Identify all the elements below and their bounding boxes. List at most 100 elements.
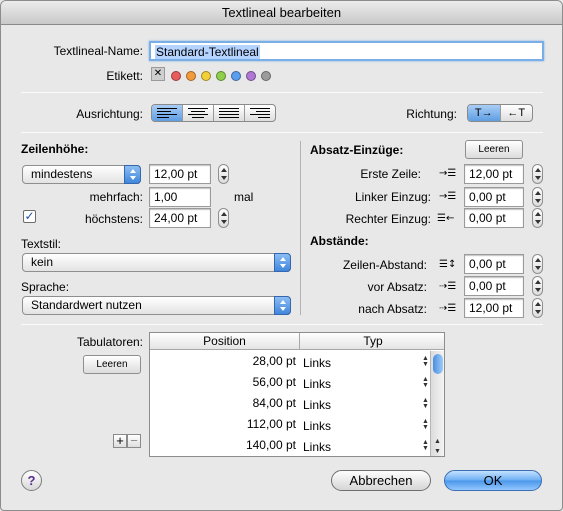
- color-label-dot-6[interactable]: [261, 70, 271, 81]
- table-row[interactable]: 56,00 pt Links ▲ ▼: [150, 372, 430, 393]
- left-indent-icon: →☰: [439, 191, 457, 202]
- line-spacing-field[interactable]: 0,00 pt: [464, 254, 524, 274]
- tabs-clear-button[interactable]: Leeren: [83, 355, 141, 374]
- line-height-stepper[interactable]: [218, 164, 229, 184]
- scrollbar-thumb[interactable]: [433, 354, 443, 374]
- name-field[interactable]: Standard-Textlineal: [149, 41, 544, 61]
- ltr-button[interactable]: T→: [468, 105, 501, 121]
- direction-label: Richtung:: [406, 107, 457, 121]
- before-paragraph-stepper[interactable]: [532, 276, 543, 296]
- tabs-scrollbar[interactable]: ▲ ▼: [430, 351, 444, 456]
- alignment-label: Ausrichtung:: [76, 107, 143, 121]
- remove-tab-button[interactable]: −: [127, 434, 141, 448]
- tab-position[interactable]: 56,00 pt: [150, 372, 296, 392]
- max-label: höchstens:: [84, 212, 143, 226]
- right-indent-icon: ☰←: [437, 213, 455, 224]
- spacing-header: Abstände:: [310, 234, 369, 248]
- scroll-up-arrow-icon[interactable]: ▲: [434, 438, 441, 445]
- type-popup-arrows-icon[interactable]: ▲ ▼: [422, 418, 429, 431]
- rtl-button[interactable]: ←T: [501, 105, 533, 121]
- multiple-unit: mal: [234, 190, 254, 204]
- column-header-position[interactable]: Position: [150, 333, 300, 350]
- language-popup[interactable]: Standardwert nutzen: [22, 296, 291, 315]
- first-line-label: Erste Zeile:: [360, 167, 421, 181]
- separator: [21, 132, 543, 133]
- align-left-button[interactable]: [152, 105, 183, 121]
- align-justify-icon: [219, 108, 239, 120]
- line-spacing-stepper[interactable]: [532, 254, 543, 274]
- type-popup-arrows-icon[interactable]: ▲ ▼: [422, 355, 429, 368]
- separator: [21, 324, 543, 325]
- add-tab-button[interactable]: +: [113, 434, 127, 448]
- align-justify-button[interactable]: [214, 105, 245, 121]
- color-label-dot-3[interactable]: [216, 70, 226, 81]
- left-indent-field[interactable]: 0,00 pt: [464, 187, 524, 207]
- text-style-popup[interactable]: kein: [22, 253, 291, 272]
- color-label-dot-5[interactable]: [246, 70, 256, 81]
- line-spacing-label: Zeilen-Abstand:: [342, 258, 427, 272]
- scroll-down-arrow-icon[interactable]: ▼: [434, 448, 441, 455]
- indents-clear-button[interactable]: Leeren: [465, 140, 523, 159]
- before-paragraph-field[interactable]: 0,00 pt: [464, 276, 524, 296]
- column-header-type[interactable]: Typ: [300, 333, 444, 350]
- text-style-label: Textstil:: [21, 237, 62, 251]
- direction-segmented-control: T→ ←T: [467, 104, 533, 122]
- text-style-value: kein: [31, 255, 54, 269]
- type-popup-arrows-icon[interactable]: ▲ ▼: [422, 376, 429, 389]
- no-label-swatch[interactable]: ✕: [151, 67, 165, 81]
- first-line-indent-icon: →☰: [439, 168, 457, 179]
- table-row[interactable]: 84,00 pt Links ▲ ▼: [150, 393, 430, 414]
- color-label-dot-4[interactable]: [231, 70, 241, 81]
- max-stepper[interactable]: [218, 208, 229, 228]
- line-height-field[interactable]: 12,00 pt: [149, 164, 211, 184]
- line-spacing-icon: ☰↕: [439, 259, 457, 270]
- max-field[interactable]: 24,00 pt: [149, 208, 211, 228]
- tab-position[interactable]: 84,00 pt: [150, 393, 296, 413]
- ok-button[interactable]: OK: [444, 470, 542, 491]
- right-indent-field[interactable]: 0,00 pt: [464, 208, 524, 228]
- help-button[interactable]: ?: [21, 470, 42, 491]
- popup-arrows-icon: [274, 296, 291, 315]
- table-row[interactable]: 112,00 pt Links ▲ ▼: [150, 414, 430, 435]
- first-line-stepper[interactable]: [532, 164, 543, 184]
- tab-position[interactable]: 140,00 pt: [150, 435, 296, 455]
- tab-position[interactable]: 112,00 pt: [150, 414, 296, 434]
- left-indent-stepper[interactable]: [532, 187, 543, 207]
- color-label-dot-1[interactable]: [186, 70, 196, 81]
- after-paragraph-stepper[interactable]: [532, 298, 543, 318]
- align-right-button[interactable]: [245, 105, 275, 121]
- align-left-icon: [157, 108, 177, 120]
- popup-arrows-icon: [124, 165, 141, 184]
- multiple-field[interactable]: 1,00: [149, 187, 211, 207]
- line-height-header: Zeilenhöhe:: [21, 142, 89, 156]
- table-row[interactable]: 28,00 pt Links ▲ ▼: [150, 351, 430, 372]
- table-row[interactable]: 140,00 pt Links ▲ ▼: [150, 435, 430, 456]
- align-center-icon: [188, 108, 208, 120]
- type-popup-arrows-icon[interactable]: ▲ ▼: [422, 439, 429, 452]
- align-right-icon: [250, 108, 270, 120]
- line-height-mode-popup[interactable]: mindestens: [22, 165, 141, 184]
- color-label-dot-2[interactable]: [201, 70, 211, 81]
- cancel-button[interactable]: Abbrechen: [331, 470, 431, 491]
- after-paragraph-icon: ⇢☰: [439, 303, 457, 314]
- max-checkbox[interactable]: ✓: [23, 210, 36, 223]
- popup-arrows-icon: [274, 253, 291, 272]
- after-paragraph-label: nach Absatz:: [358, 302, 427, 316]
- type-popup-arrows-icon[interactable]: ▲ ▼: [422, 397, 429, 410]
- name-value: Standard-Textlineal: [155, 45, 260, 59]
- name-label: Textlineal-Name:: [53, 44, 143, 58]
- language-value: Standardwert nutzen: [31, 298, 142, 312]
- first-line-field[interactable]: 12,00 pt: [464, 164, 524, 184]
- tab-position[interactable]: 28,00 pt: [150, 351, 296, 371]
- align-center-button[interactable]: [183, 105, 214, 121]
- right-indent-label: Rechter Einzug:: [345, 212, 431, 226]
- tab-type[interactable]: Links: [303, 435, 331, 456]
- dialog-window: Textlineal bearbeiten Textlineal-Name: S…: [0, 0, 563, 511]
- label-label: Etikett:: [106, 69, 143, 83]
- line-height-mode-value: mindestens: [31, 167, 93, 181]
- alignment-segmented-control: [151, 104, 276, 122]
- right-indent-stepper[interactable]: [532, 208, 543, 228]
- language-label: Sprache:: [21, 280, 70, 294]
- after-paragraph-field[interactable]: 12,00 pt: [464, 298, 524, 318]
- color-label-dot-0[interactable]: [171, 70, 181, 81]
